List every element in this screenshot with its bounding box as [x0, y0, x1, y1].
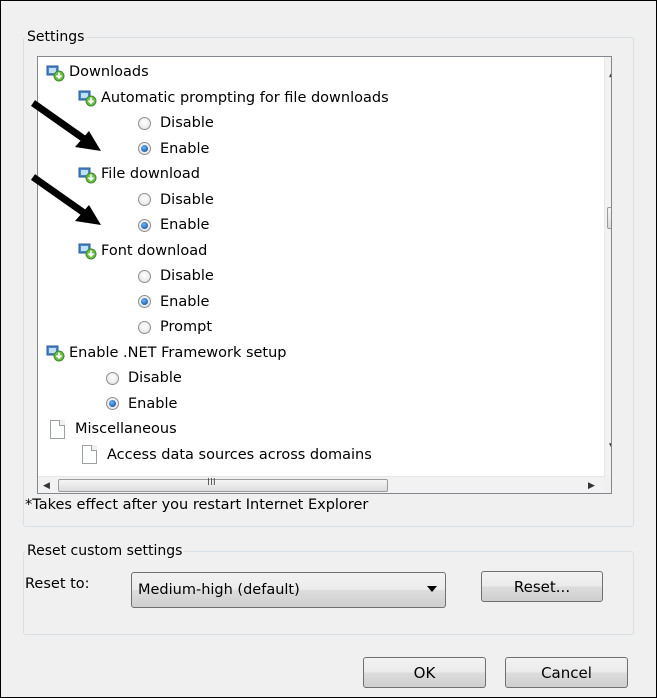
radio-selected-icon[interactable] [138, 218, 151, 232]
reset-button[interactable]: Reset... [481, 571, 603, 602]
security-settings-icon [46, 345, 65, 362]
radio-selected-icon[interactable] [138, 295, 151, 308]
radio-option[interactable]: Disable [138, 111, 214, 135]
scroll-grip-icon: III [207, 477, 216, 488]
tree-item-label: Downloads [69, 64, 149, 80]
callout-arrow-icon [30, 100, 101, 151]
settings-group-title: Settings [25, 28, 87, 46]
radio-option[interactable]: Disable [106, 366, 182, 390]
security-settings-icon [46, 65, 65, 81]
vertical-scrollbar[interactable]: ▲ ▼ [604, 57, 611, 476]
tree-item-label: Automatic prompting for file downloads [101, 89, 389, 106]
scroll-down-arrow-icon[interactable]: ▼ [609, 442, 611, 452]
tree-item-label: Disable [160, 115, 214, 131]
scroll-left-arrow-icon[interactable]: ◀ [43, 481, 50, 491]
vertical-scroll-thumb[interactable] [607, 207, 611, 229]
radio-unselected-icon[interactable] [138, 193, 151, 206]
reset-group-title: Reset custom settings [25, 542, 185, 560]
tree-item-label: Font download [101, 242, 208, 259]
cancel-button[interactable]: Cancel [505, 657, 628, 688]
settings-category: Miscellaneous [50, 417, 177, 441]
dropdown-caret-icon [427, 586, 437, 592]
tree-item-label: Enable [160, 293, 210, 310]
scrollbar-corner [604, 476, 611, 493]
radio-option[interactable]: Enable [138, 290, 209, 314]
ok-button[interactable]: OK [363, 657, 486, 688]
internet-options-security-settings-dialog: Settings Downloads Automatic prompting fo… [0, 0, 657, 698]
settings-category: Enable .NET Framework setup [46, 341, 287, 365]
radio-option[interactable]: Prompt [138, 315, 212, 339]
radio-option[interactable]: Enable [138, 213, 209, 237]
ok-button-label: OK [413, 663, 436, 682]
tree-item-label: Enable .NET Framework setup [69, 344, 287, 361]
tree-item-label: Enable [128, 395, 178, 412]
security-settings-icon [78, 243, 97, 260]
tree-item-label: Disable [160, 191, 214, 208]
radio-unselected-icon[interactable] [106, 371, 119, 385]
document-icon [50, 419, 65, 439]
tree-item-label: Enable [160, 140, 210, 157]
document-icon [82, 445, 97, 464]
tree-item-label: Disable [160, 268, 214, 284]
tree-item-label: Miscellaneous [75, 421, 177, 437]
cancel-button-label: Cancel [541, 663, 592, 682]
settings-category: Automatic prompting for file downloads [78, 86, 389, 110]
horizontal-scroll-thumb[interactable]: III [58, 477, 388, 492]
radio-option[interactable]: Disable [138, 188, 214, 212]
radio-unselected-icon[interactable] [138, 320, 151, 334]
radio-option[interactable]: Enable [138, 137, 209, 161]
settings-tree-list[interactable]: Downloads Automatic prompting for file do… [37, 56, 612, 494]
tree-item-label: File download [101, 166, 200, 182]
tree-item-label: Disable [128, 370, 182, 386]
restart-note: *Takes effect after you restart Internet… [25, 497, 369, 513]
scroll-up-arrow-icon[interactable]: ▲ [609, 69, 611, 79]
reset-level-value: Medium-high (default) [138, 582, 300, 598]
scroll-right-arrow-icon[interactable]: ▶ [588, 481, 595, 491]
radio-selected-icon[interactable] [106, 397, 119, 410]
radio-unselected-icon[interactable] [138, 116, 151, 130]
settings-category: Downloads [46, 60, 149, 84]
callout-arrow-icon [30, 174, 101, 225]
settings-category: Font download [78, 239, 207, 263]
reset-level-dropdown[interactable]: Medium-high (default) [131, 572, 446, 608]
tree-item-label: Prompt [160, 319, 213, 335]
radio-option[interactable]: Disable [138, 264, 214, 288]
tree-item-label: Access data sources across domains [107, 446, 372, 463]
radio-unselected-icon[interactable] [138, 269, 151, 283]
radio-option[interactable]: Enable [106, 392, 177, 416]
horizontal-scrollbar[interactable]: ◀ III ▶ [38, 476, 604, 493]
settings-category: Access data sources across domains [82, 443, 372, 467]
tree-item-label: Enable [160, 217, 210, 233]
reset-to-label: Reset to: [25, 576, 90, 592]
radio-selected-icon[interactable] [138, 142, 151, 155]
reset-button-label: Reset... [513, 577, 571, 596]
